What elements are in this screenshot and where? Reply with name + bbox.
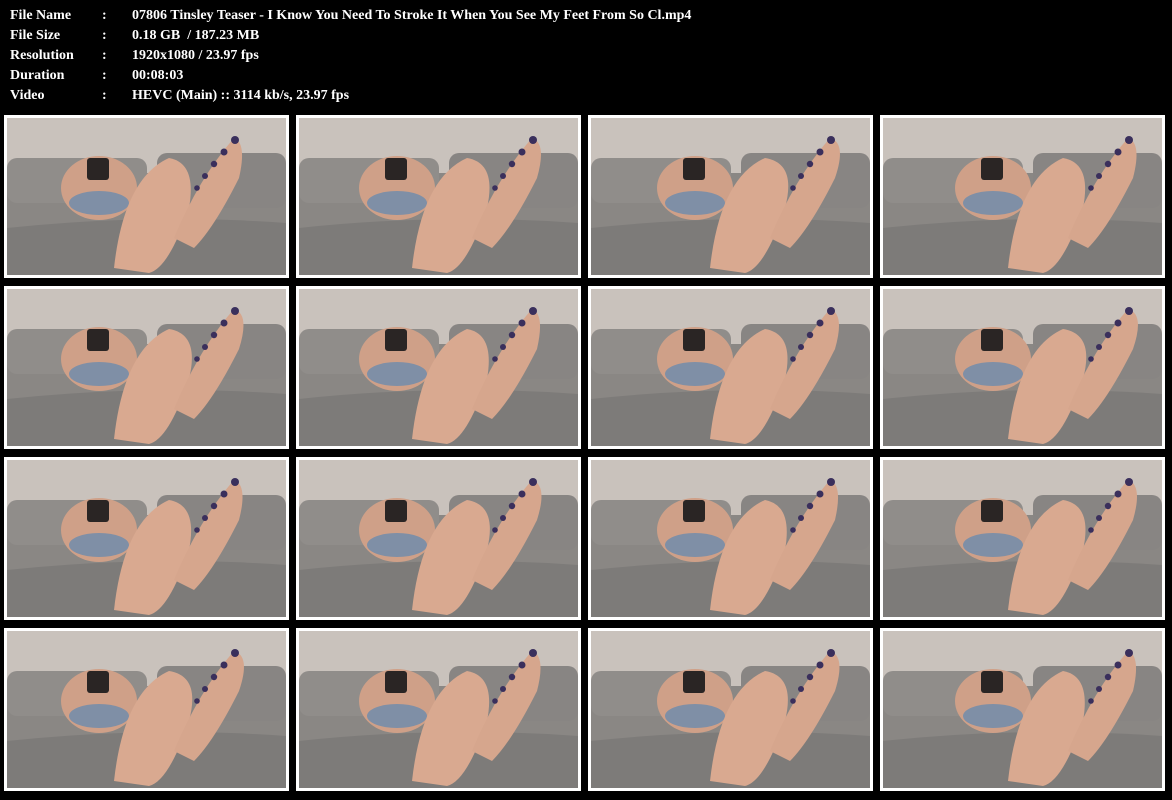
info-separator: : [102, 48, 107, 63]
thumbnail-image [883, 631, 1162, 788]
thumbnail-image [299, 118, 578, 275]
video-thumbnail [4, 457, 289, 620]
info-value-video: HEVC (Main) :: 3114 kb/s, 23.97 fps [132, 88, 350, 103]
thumbnail-image [591, 631, 870, 788]
thumbnail-image [7, 460, 286, 617]
info-key: File Size [10, 28, 61, 43]
contact-sheet: File Name : 07806 Tinsley Teaser - I Kno… [0, 0, 1172, 800]
thumbnail-image [299, 289, 578, 446]
info-row-video: Video : HEVC (Main) :: 3114 kb/s, 23.97 … [10, 86, 691, 106]
info-row-file-name: File Name : 07806 Tinsley Teaser - I Kno… [10, 6, 691, 26]
info-value-resolution: 1920x1080 / 23.97 fps [132, 48, 259, 63]
thumbnail-image [299, 460, 578, 617]
thumbnail-image [7, 289, 286, 446]
thumbnail-image [591, 460, 870, 617]
video-thumbnail [4, 115, 289, 278]
video-thumbnail [296, 115, 581, 278]
info-separator: : [102, 28, 107, 43]
info-row-duration: Duration : 00:08:03 [10, 66, 691, 86]
info-value-file-size: 0.18 GB / 187.23 MB [132, 28, 260, 43]
file-info-panel: File Name : 07806 Tinsley Teaser - I Kno… [10, 6, 691, 106]
info-row-file-size: File Size : 0.18 GB / 187.23 MB [10, 26, 691, 46]
video-thumbnail [4, 286, 289, 449]
thumbnail-grid [4, 115, 1168, 795]
thumbnail-image [883, 118, 1162, 275]
info-separator: : [102, 88, 107, 103]
info-value-file-name: 07806 Tinsley Teaser - I Know You Need T… [132, 8, 692, 23]
info-key: Video [10, 88, 45, 103]
thumbnail-image [299, 631, 578, 788]
video-thumbnail [880, 628, 1165, 791]
thumbnail-image [7, 631, 286, 788]
video-thumbnail [588, 457, 873, 620]
info-key: Duration [10, 68, 65, 83]
info-row-resolution: Resolution : 1920x1080 / 23.97 fps [10, 46, 691, 66]
video-thumbnail [4, 628, 289, 791]
video-thumbnail [588, 286, 873, 449]
info-separator: : [102, 8, 107, 23]
thumbnail-image [883, 289, 1162, 446]
thumbnail-image [883, 460, 1162, 617]
video-thumbnail [880, 286, 1165, 449]
info-value-duration: 00:08:03 [132, 68, 184, 83]
video-thumbnail [588, 115, 873, 278]
video-thumbnail [296, 286, 581, 449]
video-thumbnail [880, 457, 1165, 620]
video-thumbnail [296, 628, 581, 791]
thumbnail-image [591, 118, 870, 275]
info-key: File Name [10, 8, 72, 23]
thumbnail-image [7, 118, 286, 275]
thumbnail-image [591, 289, 870, 446]
info-key: Resolution [10, 48, 74, 63]
info-separator: : [102, 68, 107, 83]
video-thumbnail [880, 115, 1165, 278]
video-thumbnail [296, 457, 581, 620]
video-thumbnail [588, 628, 873, 791]
